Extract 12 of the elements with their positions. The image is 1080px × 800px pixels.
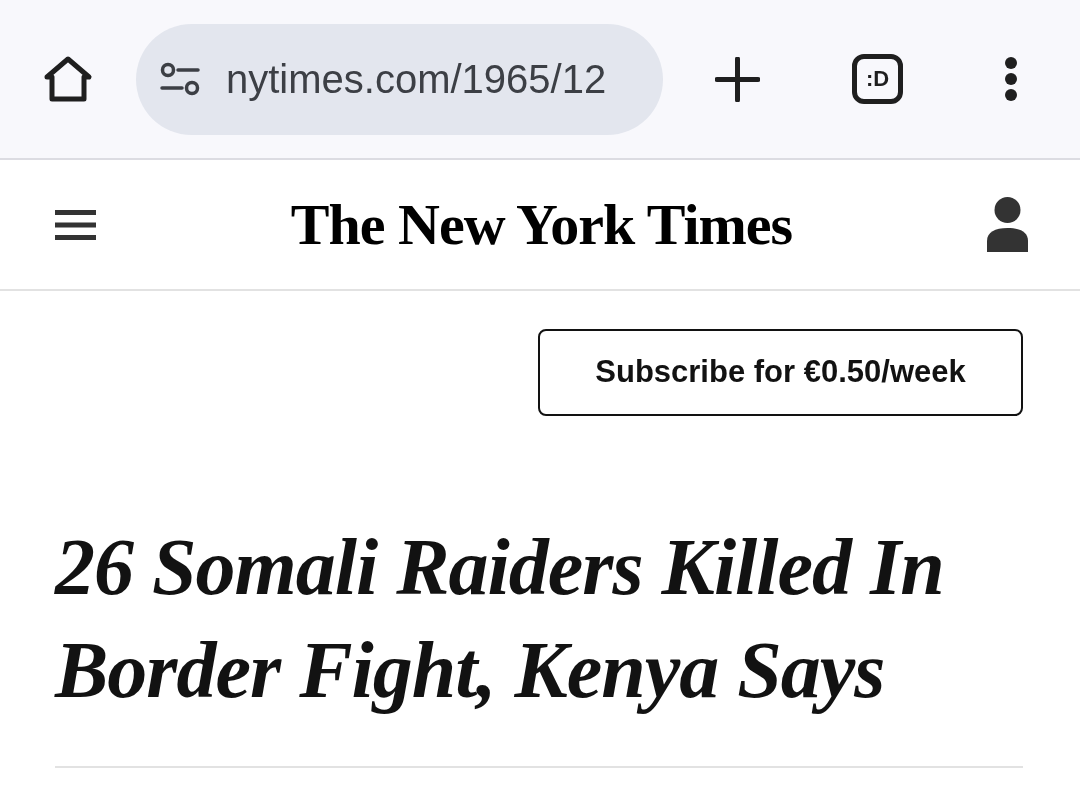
more-menu-icon[interactable] [1004,56,1018,102]
url-text: nytimes.com/1965/12 [226,59,607,99]
address-bar[interactable]: nytimes.com/1965/12 [136,23,663,135]
site-settings-icon[interactable] [160,62,200,96]
home-icon[interactable] [43,55,93,103]
account-icon[interactable] [987,197,1028,252]
site-logo[interactable]: The New York Times [290,195,793,254]
menu-icon[interactable] [55,209,96,240]
tab-switcher-button[interactable]: :D [852,54,903,104]
subscribe-button[interactable]: Subscribe for €0.50/week [538,329,1023,416]
new-tab-icon[interactable] [715,56,760,102]
article-headline: 26 Somali Raiders Killed In Border Fight, Kenya Says [55,522,945,716]
